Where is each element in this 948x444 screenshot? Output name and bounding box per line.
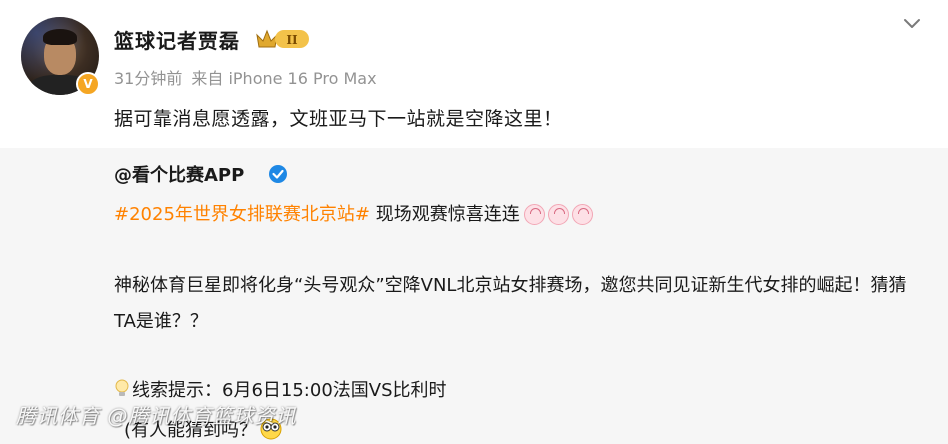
repost-line1: #2025年世界女排联赛北京站# 现场观赛惊喜连连 [114,200,596,227]
party-emoji-icon [547,203,569,225]
hint-text: 线索提示：6月6日15:00法国VS比利时 [132,380,447,401]
party-emoji-group [523,203,596,227]
watermark: 腾讯体育 @腾讯体育篮球资讯 [16,404,297,428]
hint-line: 线索提示：6月6日15:00法国VS比利时 [114,376,447,402]
post-meta: 31分钟前 来自 iPhone 16 Pro Max [114,65,386,89]
repost-user-link[interactable]: @看个比赛APP [114,161,244,187]
party-emoji-icon [523,203,545,225]
post-source: 来自 iPhone 16 Pro Max [191,69,377,88]
verified-icon [269,165,287,183]
hashtag-link[interactable]: #2025年世界女排联赛北京站# [114,204,370,225]
party-emoji-icon [571,203,593,225]
author-name[interactable]: 篮球记者贾磊 [114,25,240,54]
chevron-down-icon[interactable] [902,16,922,32]
post-text: 据可靠消息愿透露，文班亚马下一站就是空降这里！ [114,108,563,130]
repost-line1-text: 现场观赛惊喜连连 [369,204,520,225]
lightbulb-icon [115,379,129,396]
post-time: 31分钟前 [114,69,183,88]
vip-badge-icon: V [76,72,100,96]
crown-level-text: II [286,33,298,47]
repost-paragraph: 神秘体育巨星即将化身“头号观众”空降VNL北京站女排赛场，邀您共同见证新生代女排… [114,275,907,332]
crown-badge-icon: II [256,29,309,48]
